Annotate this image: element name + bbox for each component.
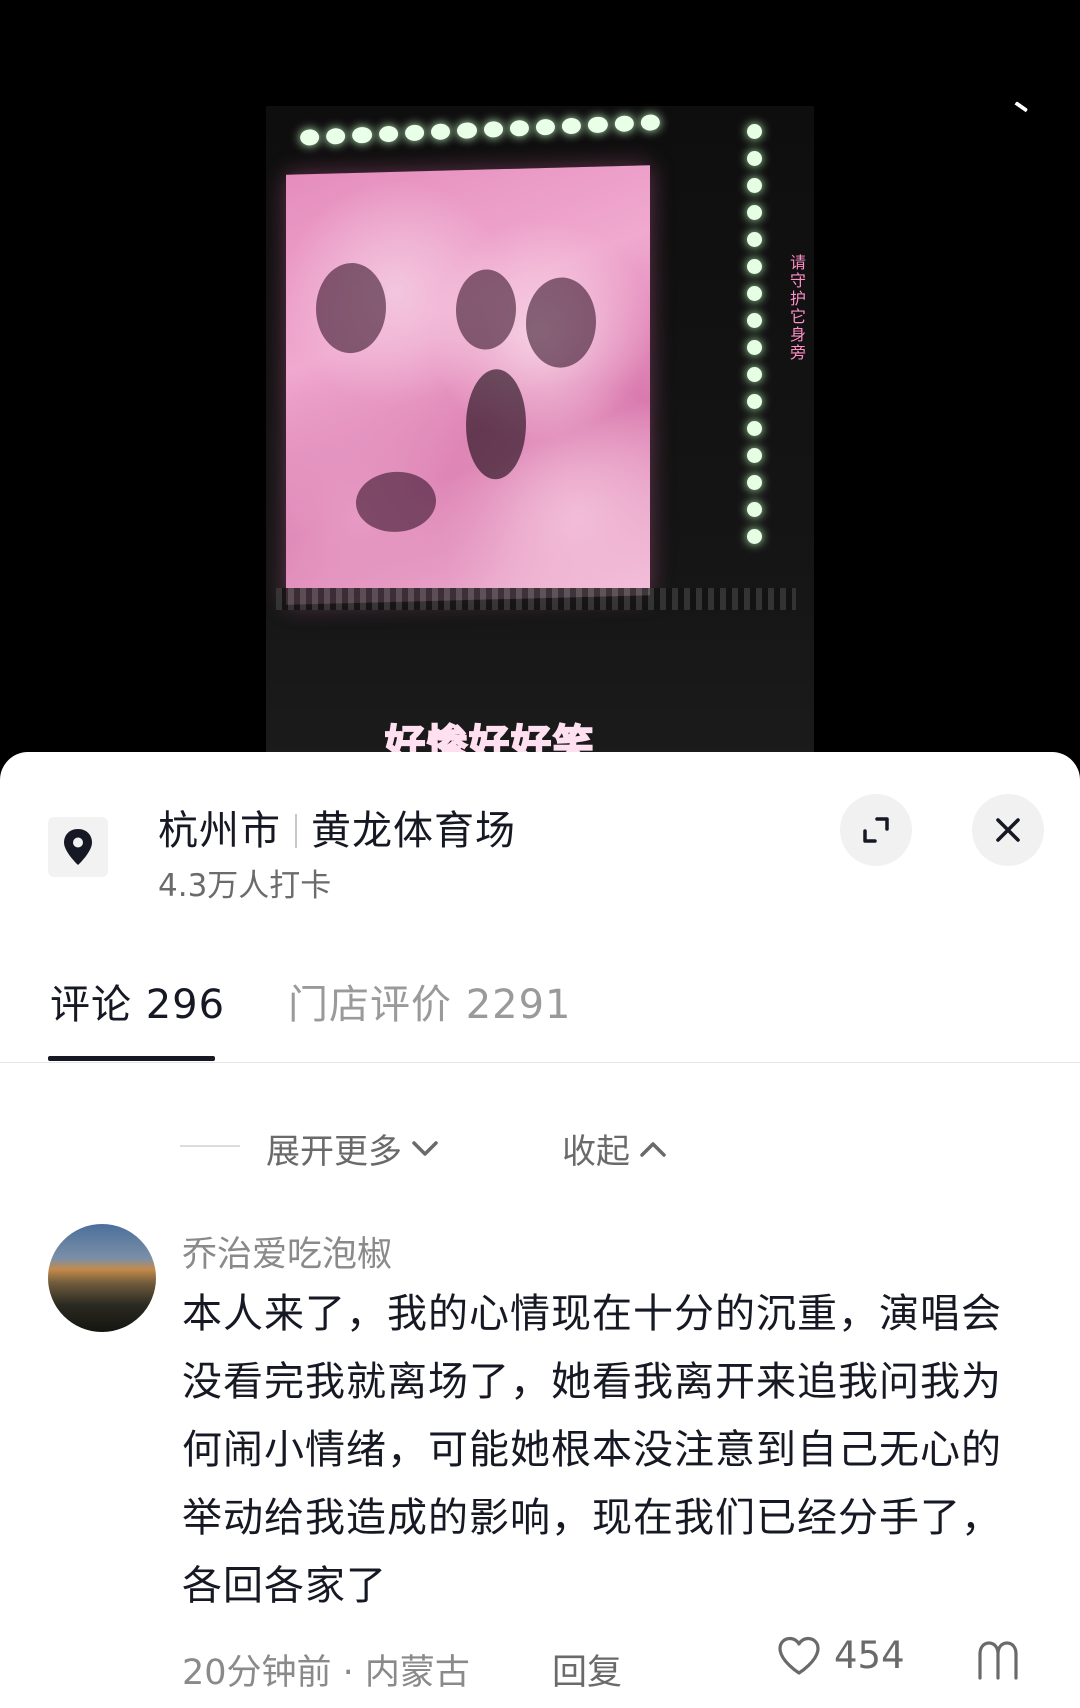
expand-more-button[interactable]: 展开更多 bbox=[266, 1124, 440, 1173]
location-panel: 杭州市 黄龙体育场 4.3万人打卡 评论 296 门店评价 2291 展开更多 收… bbox=[0, 752, 1080, 1708]
venue-name: 黄龙体育场 bbox=[311, 808, 516, 854]
expand-button[interactable] bbox=[840, 794, 912, 866]
collapse-button[interactable]: 收起 bbox=[562, 1124, 668, 1173]
stage-light-column bbox=[744, 124, 764, 594]
tab-bar: 评论 296 门店评价 2291 bbox=[0, 952, 1080, 1063]
stage-rail bbox=[276, 588, 796, 610]
comment-time-location: 20分钟前 · 内蒙古 bbox=[182, 1653, 470, 1693]
location-title[interactable]: 杭州市 黄龙体育场 bbox=[158, 798, 516, 856]
checkin-count: 4.3万人打卡 bbox=[158, 868, 332, 904]
dislike-icon bbox=[978, 1641, 1018, 1680]
chevron-down-icon bbox=[412, 1140, 438, 1156]
concert-big-screen bbox=[286, 165, 650, 605]
collapse-label: 收起 bbox=[562, 1132, 630, 1172]
comment-username[interactable]: 乔治爱吃泡椒 bbox=[182, 1226, 392, 1277]
like-count: 454 bbox=[834, 1634, 905, 1677]
city-name: 杭州市 bbox=[158, 808, 281, 854]
tab-comments[interactable]: 评论 296 bbox=[50, 972, 225, 1030]
dislike-button[interactable] bbox=[974, 1638, 1022, 1686]
active-tab-indicator bbox=[48, 1056, 215, 1061]
avatar[interactable] bbox=[48, 1224, 156, 1332]
close-button[interactable] bbox=[972, 794, 1044, 866]
close-icon bbox=[996, 818, 1020, 842]
map-pin-icon bbox=[48, 817, 108, 877]
reply-button[interactable]: 回复 bbox=[552, 1644, 622, 1695]
corner-mark bbox=[1009, 101, 1029, 119]
thread-divider-line bbox=[180, 1145, 240, 1147]
chevron-up-icon bbox=[640, 1141, 666, 1157]
expand-more-label: 展开更多 bbox=[266, 1132, 402, 1172]
video-player[interactable]: 请守护它身旁 好惨好好笑 bbox=[0, 0, 1080, 760]
comment-text: 本人来了，我的心情现在十分的沉重，演唱会没看完我就离场了，她看我离开来追我问我为… bbox=[182, 1291, 1002, 1609]
tab-store-reviews[interactable]: 门店评价 2291 bbox=[288, 972, 572, 1030]
title-divider bbox=[295, 814, 297, 848]
heart-icon bbox=[778, 1636, 820, 1675]
like-button[interactable]: 454 bbox=[776, 1634, 905, 1677]
screen-caption: 请守护它身旁 bbox=[787, 254, 806, 362]
expand-icon bbox=[863, 817, 889, 843]
